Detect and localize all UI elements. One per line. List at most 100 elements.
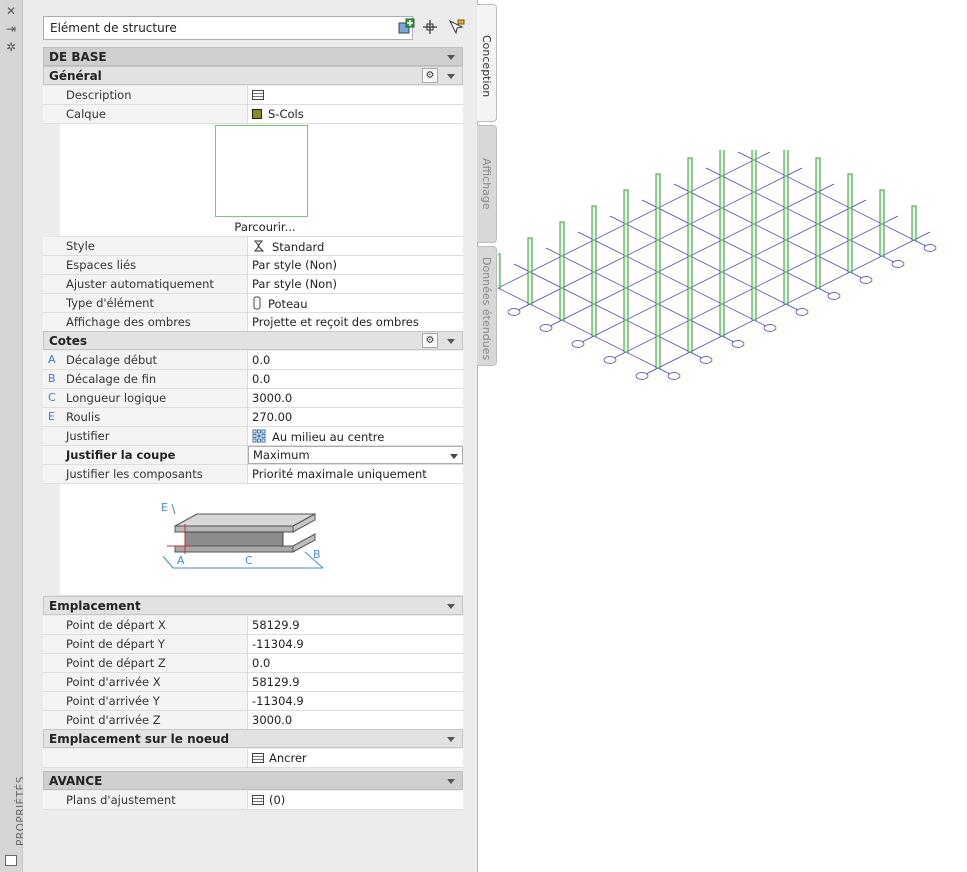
structural-column[interactable] (559, 221, 565, 257)
structural-column[interactable] (527, 237, 533, 273)
structural-column[interactable] (847, 173, 853, 209)
justifier-value[interactable]: Au milieu au centre (248, 427, 463, 445)
collapse-icon[interactable] (447, 74, 455, 79)
structural-column[interactable] (591, 237, 597, 273)
browse-link[interactable]: Parcourir... (230, 220, 300, 234)
description-value[interactable] (248, 86, 463, 104)
espaces-value[interactable]: Par style (Non) (248, 256, 463, 274)
structural-column[interactable] (719, 237, 725, 273)
structural-column[interactable] (623, 253, 629, 289)
structural-column[interactable] (687, 157, 693, 193)
structural-column[interactable] (591, 205, 597, 241)
structural-column[interactable] (783, 205, 789, 241)
tab-affichage[interactable]: Affichage (477, 125, 497, 243)
depart-y-value[interactable]: -11304.9 (248, 635, 463, 653)
structural-column[interactable] (623, 189, 629, 225)
structural-column[interactable] (655, 269, 661, 305)
structural-column[interactable] (559, 285, 565, 321)
structural-column[interactable] (751, 221, 757, 257)
structural-column[interactable] (687, 189, 693, 225)
tab-donnees-etendues[interactable]: Données étendues (477, 246, 497, 366)
type-value[interactable]: Poteau (248, 294, 463, 312)
structural-column[interactable] (815, 221, 821, 257)
structural-column[interactable] (879, 221, 885, 257)
structural-column[interactable] (847, 205, 853, 241)
worksheet-icon[interactable] (252, 90, 264, 100)
structural-column[interactable] (655, 173, 661, 209)
arrivee-y-value[interactable]: -11304.9 (248, 692, 463, 710)
structural-column[interactable] (751, 189, 757, 225)
structural-column[interactable] (815, 157, 821, 193)
drawing-canvas[interactable] (498, 150, 967, 470)
structural-column[interactable] (527, 269, 533, 305)
worksheet-icon[interactable] (252, 795, 264, 805)
section-cotes[interactable]: Cotes ⚙ (43, 331, 463, 350)
structural-column[interactable] (783, 173, 789, 209)
decalage-debut-value[interactable]: 0.0 (248, 351, 463, 369)
section-general[interactable]: Général ⚙ (43, 66, 463, 85)
section-emplacement-noeud[interactable]: Emplacement sur le noeud (43, 729, 463, 748)
structural-column[interactable] (655, 237, 661, 273)
structural-column[interactable] (591, 269, 597, 305)
close-icon[interactable]: ✕ (4, 4, 18, 18)
visibility-settings-icon[interactable]: ⚙ (422, 333, 438, 348)
structural-column[interactable] (559, 253, 565, 289)
structural-column[interactable] (911, 205, 917, 241)
depart-z-value[interactable]: 0.0 (248, 654, 463, 672)
structural-column[interactable] (623, 221, 629, 257)
justifier-composants-value[interactable]: Priorité maximale uniquement (248, 465, 463, 483)
category-avance[interactable]: AVANCE (43, 771, 463, 790)
ancrer-value[interactable]: Ancrer (248, 749, 463, 767)
style-preview-image[interactable] (215, 125, 308, 217)
structural-column[interactable] (719, 301, 725, 337)
structural-column[interactable] (719, 173, 725, 209)
justifier-coupe-select[interactable]: Maximum (248, 446, 463, 464)
structural-column[interactable] (655, 301, 661, 337)
collapse-icon[interactable] (447, 737, 455, 742)
chevron-down-icon[interactable] (450, 454, 458, 459)
structural-column[interactable] (655, 205, 661, 241)
collapse-icon[interactable] (447, 604, 455, 609)
auto-hide-icon[interactable]: ⇥ (4, 22, 18, 36)
category-de-base[interactable]: DE BASE (43, 47, 463, 66)
section-emplacement[interactable]: Emplacement (43, 596, 463, 615)
add-to-selection-icon[interactable] (397, 18, 415, 36)
structural-column[interactable] (815, 189, 821, 225)
worksheet-icon[interactable] (252, 753, 264, 763)
structural-column[interactable] (751, 285, 757, 321)
ajuster-value[interactable]: Par style (Non) (248, 275, 463, 293)
structural-column[interactable] (783, 237, 789, 273)
structural-column[interactable] (751, 253, 757, 289)
ombres-value[interactable]: Projette et reçoit des ombres (248, 313, 463, 331)
longueur-value[interactable]: 3000.0 (248, 389, 463, 407)
object-type-select[interactable]: Elément de structure (43, 16, 413, 40)
structural-column[interactable] (719, 269, 725, 305)
structural-column[interactable] (623, 317, 629, 353)
plans-value[interactable]: (0) (248, 791, 463, 809)
select-objects-icon[interactable] (421, 18, 439, 36)
decalage-fin-value[interactable]: 0.0 (248, 370, 463, 388)
structural-column[interactable] (847, 237, 853, 273)
structural-column[interactable] (591, 301, 597, 337)
structural-column[interactable] (783, 150, 789, 177)
palette-settings-icon[interactable]: ✲ (4, 40, 18, 54)
visibility-settings-icon[interactable]: ⚙ (422, 68, 438, 83)
arrivee-x-value[interactable]: 58129.9 (248, 673, 463, 691)
arrivee-z-value[interactable]: 3000.0 (248, 711, 463, 729)
palette-properties-icon[interactable] (5, 855, 17, 866)
structural-column[interactable] (751, 150, 757, 161)
roulis-value[interactable]: 270.00 (248, 408, 463, 426)
structural-column[interactable] (751, 157, 757, 193)
quick-select-icon[interactable] (447, 18, 465, 36)
collapse-icon[interactable] (447, 779, 455, 784)
structural-column[interactable] (815, 253, 821, 289)
collapse-icon[interactable] (447, 55, 455, 60)
structural-column[interactable] (687, 253, 693, 289)
collapse-icon[interactable] (447, 339, 455, 344)
structural-column[interactable] (719, 205, 725, 241)
structural-column[interactable] (719, 150, 725, 177)
style-value[interactable]: Standard (248, 237, 463, 255)
structural-column[interactable] (623, 285, 629, 321)
structural-column[interactable] (687, 285, 693, 321)
structural-column[interactable] (879, 189, 885, 225)
